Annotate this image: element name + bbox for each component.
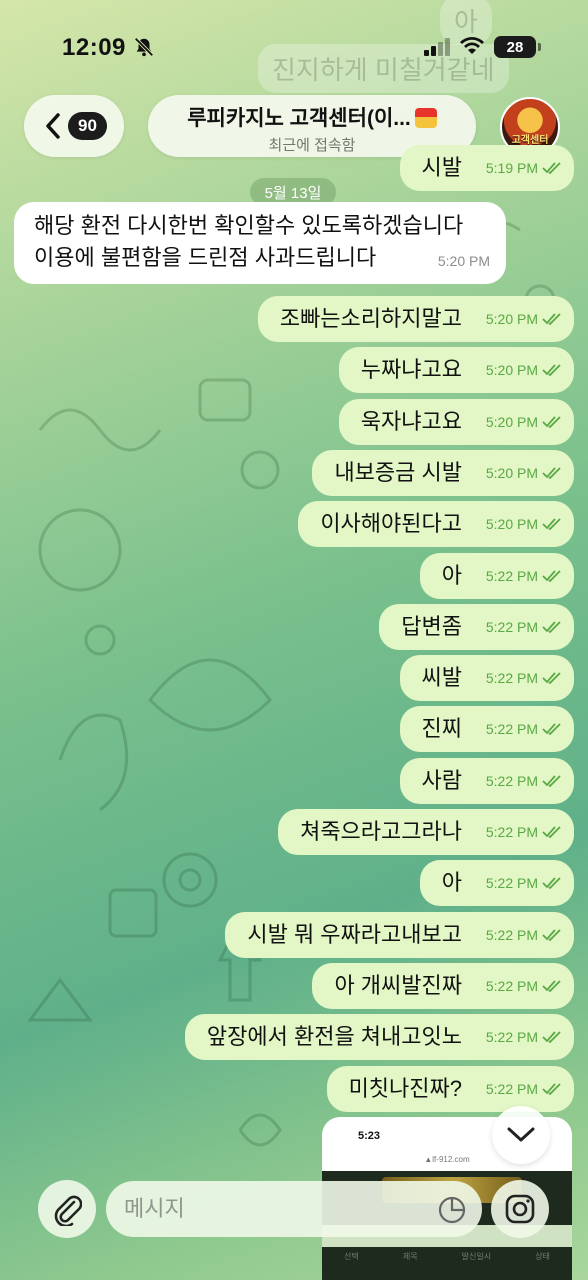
wifi-icon <box>460 37 484 54</box>
attach-button[interactable] <box>38 1180 96 1238</box>
double-check-icon <box>542 313 561 325</box>
image-preview-column: 상태 <box>535 1252 550 1261</box>
message-time: 5:22 PM <box>485 670 538 686</box>
casino-emoji-icon <box>414 108 437 128</box>
instagram-camera-icon <box>505 1194 535 1224</box>
message-time: 5:22 PM <box>485 619 538 635</box>
unread-count-badge: 90 <box>68 112 107 140</box>
chevron-down-icon <box>507 1127 535 1142</box>
message-time: 5:22 PM <box>485 568 538 584</box>
message-input[interactable] <box>106 1181 482 1237</box>
message-time: 5:20 PM <box>485 414 538 430</box>
double-check-icon <box>542 826 561 838</box>
outgoing-message[interactable]: 씨발 5:22 PM <box>399 655 574 701</box>
double-check-icon <box>542 518 561 530</box>
double-check-icon <box>542 877 561 889</box>
double-check-icon <box>542 980 561 992</box>
message-time: 5:20 PM <box>485 465 538 481</box>
battery-indicator: 28 <box>494 36 541 58</box>
outgoing-message[interactable]: 조빠는소리하지말고 5:20 PM <box>257 296 574 342</box>
double-check-icon <box>542 929 561 941</box>
paperclip-icon <box>54 1195 82 1226</box>
status-time: 12:09 <box>62 34 126 61</box>
back-button[interactable]: 90 <box>24 95 124 157</box>
avatar-label: 고객센터 <box>511 135 549 146</box>
message-time: 5:22 PM <box>485 1081 538 1097</box>
message-time: 5:22 PM <box>485 1029 538 1045</box>
image-preview-column: 제목 <box>402 1252 418 1261</box>
message-time: 5:22 PM <box>485 875 538 891</box>
message-time: 5:20 PM <box>437 253 490 269</box>
bell-off-icon <box>134 37 154 57</box>
message-time: 5:19 PM <box>485 160 538 176</box>
message-time: 5:22 PM <box>485 721 538 737</box>
image-preview-time: 5:23 <box>358 1130 381 1142</box>
message-time: 5:20 PM <box>485 516 538 532</box>
message-text-line: 해당 환전 다시한번 확인할수 있도록하겠습니다 <box>34 213 464 238</box>
incoming-message[interactable]: 해당 환전 다시한번 확인할수 있도록하겠습니다 이용에 불편함을 드린점 사과… <box>14 202 506 284</box>
double-check-icon <box>542 162 561 174</box>
double-check-icon <box>542 1031 561 1043</box>
message-text-line: 이용에 불편함을 드린점 사과드립니다 <box>34 245 377 270</box>
outgoing-message[interactable]: 진찌 5:22 PM <box>399 706 574 752</box>
status-bar: 12:09 28 <box>0 0 588 96</box>
double-check-icon <box>542 723 561 735</box>
camera-button[interactable] <box>491 1180 549 1238</box>
outgoing-message[interactable]: 미칫나진짜? 5:22 PM <box>326 1066 574 1112</box>
message-time: 5:22 PM <box>485 824 538 840</box>
double-check-icon <box>542 364 561 376</box>
signal-icon <box>424 38 450 56</box>
double-check-icon <box>542 570 561 582</box>
outgoing-message[interactable]: 누짜냐고요 5:20 PM <box>338 347 574 393</box>
message-time: 5:20 PM <box>485 362 538 378</box>
sticker-icon[interactable] <box>438 1196 466 1224</box>
image-preview-column: 발신일시 <box>461 1252 492 1261</box>
outgoing-message[interactable]: 사람 5:22 PM <box>399 758 574 804</box>
double-check-icon <box>542 467 561 479</box>
chat-title: 루피카지노 고객센터(이... <box>187 107 411 130</box>
outgoing-message[interactable]: 앞장에서 환전을 쳐내고잇노 5:22 PM <box>184 1014 574 1060</box>
outgoing-message[interactable]: 시발 뭐 우짜라고내보고 5:22 PM <box>225 912 574 958</box>
outgoing-message[interactable]: 시발 5:19 PM <box>399 145 574 191</box>
message-time: 5:22 PM <box>485 978 538 994</box>
image-preview-column: 선택 <box>344 1252 359 1261</box>
battery-level: 28 <box>506 38 524 56</box>
outgoing-message[interactable]: 아 개씨발진짜 5:22 PM <box>312 963 574 1009</box>
outgoing-message[interactable]: 아 5:22 PM <box>419 860 574 906</box>
double-check-icon <box>542 621 561 633</box>
message-time: 5:22 PM <box>485 773 538 789</box>
outgoing-message[interactable]: 답변좀 5:22 PM <box>379 604 574 650</box>
outgoing-message[interactable]: 이사해야된다고 5:20 PM <box>298 501 574 547</box>
double-check-icon <box>542 1083 561 1095</box>
outgoing-message[interactable]: 내보증금 시발 5:20 PM <box>312 450 574 496</box>
double-check-icon <box>542 672 561 684</box>
outgoing-message[interactable]: 욱자냐고요 5:20 PM <box>338 399 574 445</box>
double-check-icon <box>542 416 561 428</box>
outgoing-message[interactable]: 아 5:22 PM <box>419 553 574 599</box>
outgoing-message[interactable]: 쳐죽으라고그라나 5:22 PM <box>278 809 574 855</box>
message-time: 5:20 PM <box>485 311 538 327</box>
double-check-icon <box>542 775 561 787</box>
scroll-to-bottom-button[interactable] <box>492 1106 550 1164</box>
image-preview-columns: 선택 제목 발신일시 상태 <box>322 1251 572 1271</box>
chevron-left-icon <box>46 113 60 139</box>
message-time: 5:22 PM <box>485 927 538 943</box>
